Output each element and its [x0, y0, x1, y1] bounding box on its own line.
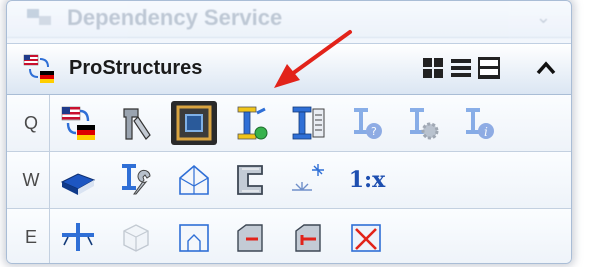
panel-title: ProStructures	[69, 57, 203, 79]
house-shape-tool[interactable]	[171, 158, 217, 202]
delete-shape-tool[interactable]	[343, 215, 389, 259]
row-key: E	[13, 209, 50, 263]
prostructures-flags-icon	[23, 54, 54, 83]
beam-wrench-icon	[122, 164, 151, 195]
tool-row-e: E	[7, 209, 571, 263]
book-icon	[60, 173, 96, 195]
sparkle-tool[interactable]	[285, 158, 331, 202]
grid-view-icon[interactable]	[421, 56, 445, 80]
help-tool[interactable]: ?	[343, 101, 389, 145]
cut-shape-icon	[237, 224, 263, 252]
previous-panel-title: Dependency Service	[67, 5, 283, 30]
scale-label: 1:x	[348, 167, 386, 193]
panel-header[interactable]: ProStructures	[7, 43, 571, 95]
cut-shape-tool[interactable]	[227, 215, 273, 259]
box-tool[interactable]	[113, 215, 159, 259]
row-key: Q	[13, 95, 50, 151]
beam-help-icon: ?	[354, 108, 382, 139]
tool-row-w: W 1:x	[7, 152, 571, 209]
book-tool[interactable]	[55, 158, 101, 202]
beam-info-icon: i	[466, 108, 494, 139]
steel-connection-icon	[237, 106, 268, 140]
wrench-key-icon	[123, 108, 151, 140]
settings-tool[interactable]	[113, 101, 159, 145]
previous-panel-header[interactable]: Dependency Service ⌄	[7, 1, 571, 38]
beam-detail-tool[interactable]	[285, 101, 331, 145]
localization-flags-tool[interactable]	[55, 101, 101, 145]
frame-tool[interactable]	[171, 101, 217, 145]
house-wireframe-icon	[179, 164, 209, 195]
delete-shape-icon	[351, 224, 381, 252]
scale-tool[interactable]: 1:x	[337, 158, 397, 202]
panel-shape-tool[interactable]	[171, 215, 217, 259]
beam-gear-icon	[410, 108, 439, 140]
frame-icon	[176, 105, 212, 141]
sparkle-icon	[292, 164, 324, 191]
channel-shape-tool[interactable]	[227, 158, 273, 202]
list-view-icon[interactable]	[449, 56, 473, 80]
dependency-service-icon	[27, 9, 51, 25]
cut-shape-alt-tool[interactable]	[285, 215, 331, 259]
beam-detail-icon	[292, 106, 325, 140]
flags-swap-icon	[61, 106, 95, 140]
gear-tool[interactable]	[399, 101, 445, 145]
cut-shape-alt-icon	[295, 224, 321, 252]
dependency-tool[interactable]	[227, 101, 273, 145]
large-view-icon[interactable]	[477, 56, 501, 80]
svg-text:i: i	[484, 125, 488, 139]
chevron-down-icon[interactable]: ⌄	[536, 7, 551, 28]
beam-plate-tool[interactable]	[55, 215, 101, 259]
panel-shape-icon	[179, 224, 209, 252]
beam-wrench-tool[interactable]	[113, 158, 159, 202]
tool-panel: Dependency Service ⌄ ProStructures Q ? i…	[6, 0, 572, 264]
box-icon	[123, 224, 149, 252]
row-key: W	[13, 152, 50, 208]
info-tool[interactable]: i	[455, 101, 501, 145]
chevron-up-icon[interactable]	[535, 58, 557, 78]
svg-text:?: ?	[371, 125, 377, 138]
beam-plate-icon	[62, 223, 94, 251]
channel-section-icon	[237, 165, 263, 195]
tool-row-q: Q ? i	[7, 95, 571, 152]
